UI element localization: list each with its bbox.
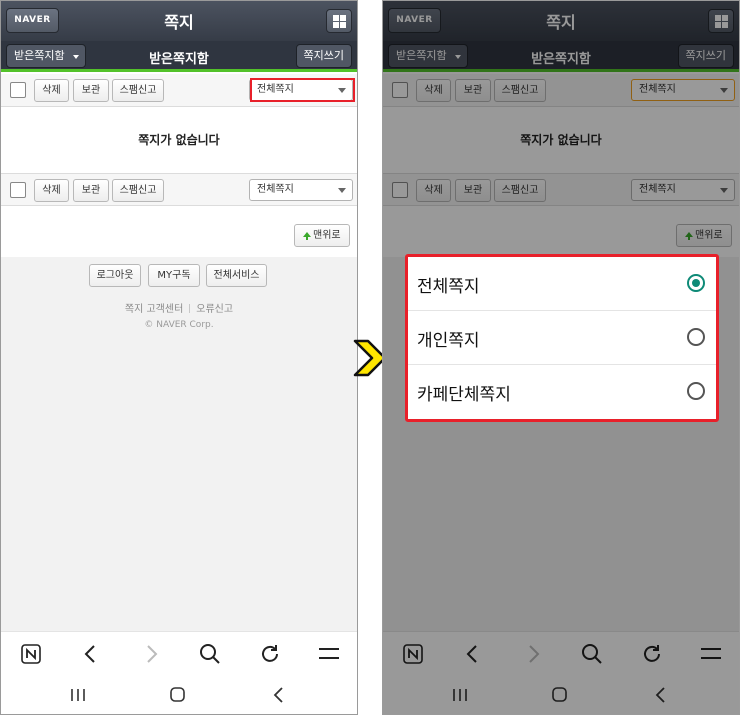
- option-label: 카페단체쪽지: [417, 385, 511, 405]
- grid-icon[interactable]: [326, 9, 352, 33]
- delete-button[interactable]: 삭제: [34, 79, 69, 102]
- option-personal-messages[interactable]: 개인쪽지: [408, 311, 716, 365]
- scroll-top-label: 맨위로: [313, 230, 341, 241]
- copyright: © NAVER Corp.: [144, 320, 214, 330]
- menu-icon[interactable]: [318, 645, 340, 663]
- browser-toolbar: [1, 631, 357, 675]
- option-label: 개인쪽지: [417, 331, 480, 351]
- error-report-link[interactable]: 오류신고: [196, 304, 233, 315]
- delete-button[interactable]: 삭제: [34, 179, 69, 202]
- radio-unselected-icon[interactable]: [687, 328, 705, 346]
- my-subscription-button[interactable]: MY구독: [148, 264, 200, 287]
- screen-before: NAVER 쪽지 받은쪽지함 받은쪽지함 쪽지쓰기 삭제 보관 스팸신고 전체쪽…: [0, 0, 358, 715]
- all-services-button[interactable]: 전체서비스: [206, 264, 267, 287]
- sub-header: 받은쪽지함 받은쪽지함 쪽지쓰기: [1, 41, 357, 72]
- compose-button[interactable]: 쪽지쓰기: [295, 44, 352, 68]
- radio-unselected-icon[interactable]: [687, 382, 705, 400]
- system-navigation: [1, 675, 357, 714]
- spam-report-button[interactable]: 스팸신고: [112, 79, 164, 102]
- chevron-down-icon: [338, 188, 346, 193]
- forward-icon[interactable]: [141, 644, 161, 664]
- filter-select-value: 전체쪽지: [257, 184, 294, 195]
- back-icon[interactable]: [81, 644, 101, 664]
- app-header: NAVER 쪽지: [1, 1, 357, 41]
- scroll-top-button[interactable]: 맨위로: [294, 224, 350, 247]
- filter-options-dialog: 전체쪽지 개인쪽지 카페단체쪽지: [405, 254, 719, 422]
- option-all-messages[interactable]: 전체쪽지: [408, 257, 716, 311]
- empty-message: 쪽지가 없습니다: [1, 108, 357, 173]
- search-icon[interactable]: [199, 643, 221, 665]
- screen-after: NAVER 쪽지 받은쪽지함 받은쪽지함 쪽지쓰기 삭제 보관 스팸신고 전체쪽…: [382, 0, 740, 715]
- keep-button[interactable]: 보관: [73, 79, 109, 102]
- logout-button[interactable]: 로그아웃: [89, 264, 141, 287]
- naver-n-icon[interactable]: [21, 644, 41, 664]
- spam-report-button[interactable]: 스팸신고: [112, 179, 164, 202]
- system-back-icon[interactable]: [271, 686, 287, 704]
- keep-button[interactable]: 보관: [73, 179, 109, 202]
- message-toolbar-bottom: 삭제 보관 스팸신고 전체쪽지: [1, 173, 357, 206]
- page-title: 쪽지: [164, 13, 194, 32]
- page-footer: 로그아웃 MY구독 전체서비스 쪽지 고객센터 오류신고 © NAVER Corp…: [1, 257, 357, 631]
- refresh-icon[interactable]: [259, 643, 281, 665]
- help-center-link[interactable]: 쪽지 고객센터: [125, 304, 183, 315]
- option-label: 전체쪽지: [417, 277, 480, 297]
- home-icon[interactable]: [169, 686, 187, 704]
- option-cafe-group-messages[interactable]: 카페단체쪽지: [408, 365, 716, 419]
- footer-links: 쪽지 고객센터 오류신고: [1, 300, 357, 315]
- select-all-checkbox[interactable]: [10, 82, 26, 98]
- radio-selected-icon[interactable]: [687, 274, 705, 292]
- filter-select[interactable]: 전체쪽지: [249, 179, 353, 201]
- up-arrow-icon: [303, 232, 311, 240]
- scroll-top-area: 맨위로: [1, 207, 357, 257]
- highlight-box: [250, 78, 355, 102]
- recent-apps-icon[interactable]: [69, 687, 87, 703]
- select-all-checkbox[interactable]: [10, 182, 26, 198]
